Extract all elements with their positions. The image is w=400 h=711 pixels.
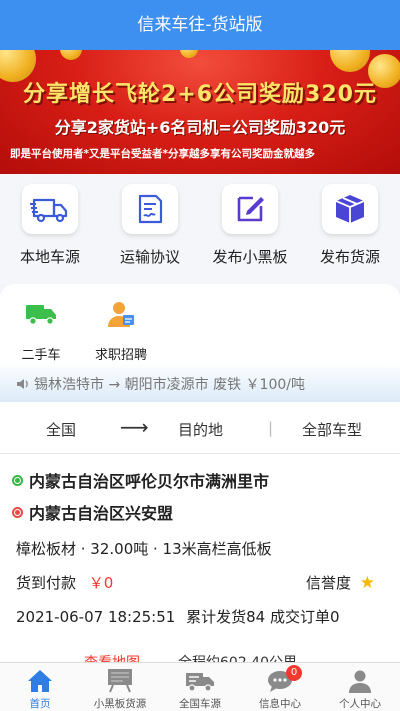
listing-meta: 2021-06-07 18:25:51 累计发货84 成交订单0 [16,606,340,627]
announcement-ticker[interactable]: 锡林浩特市 → 朝阳市凌源市 废铁 ￥100/吨 [16,374,305,395]
service-label: 二手车 [21,348,61,363]
origin-address: 内蒙古自治区呼伦贝尔市满洲里市 [12,468,269,492]
app-title: 信来车往-货站版 [0,0,400,50]
destination-dot-icon [12,506,23,518]
quick-actions: 本地车源 运输协议 发布小黑板 发布货源 [0,174,400,284]
recruit-icon [108,302,134,327]
banner-headline: 分享增长飞轮2+6公司奖励320元 [23,82,377,107]
contract-icon [138,194,163,224]
quick-action-label: 本地车源 [19,248,80,266]
quick-action-post-cargo[interactable]: 发布货源 [300,184,400,267]
arrow-right-icon: ⟶ [120,415,149,439]
quick-action-local-trucks[interactable]: 本地车源 [0,184,100,267]
destination-text: 内蒙古自治区兴安盟 [29,504,174,523]
destination-address: 内蒙古自治区兴安盟 [12,500,173,524]
payment-label: 货到付款 [16,574,77,592]
national-truck-icon [186,673,214,692]
post-datetime: 2021-06-07 18:25:51 [16,608,176,626]
credit-label: 信誉度 [306,574,352,592]
blackboard-icon [108,669,132,693]
banner-footnote: 即是平台使用者*又是平台受益者*分享越多享有公司奖励金就越多 [10,148,315,160]
banner-subline: 分享2家货站+6名司机=公司奖励320元 [54,118,346,137]
vehicle-type-filter[interactable]: 全部车型 [302,419,362,440]
tab-label: 信息中心 [259,698,301,710]
coin-decoration [60,50,82,60]
edit-icon [237,196,264,222]
bottom-tab-bar: 首页 小黑板货源 全国车源 0 信息中心 个人中心 [0,662,400,711]
cargo-listing[interactable]: 内蒙古自治区呼伦贝尔市满洲里市 内蒙古自治区兴安盟 樟松板材 · 32.00吨 … [0,454,400,644]
filter-divider: | [268,419,274,437]
price: ￥0 [88,574,114,592]
service-recruitment[interactable]: 求职招聘 [86,298,156,363]
unread-badge: 0 [286,665,302,681]
quick-action-post-blackboard[interactable]: 发布小黑板 [200,184,300,267]
used-truck-icon [26,305,56,325]
view-map-link[interactable]: 查看地图 [84,652,140,662]
home-icon [28,670,52,692]
origin-dot-icon [12,474,23,486]
shipper-stats: 累计发货84 成交订单0 [186,608,340,626]
coin-decoration [180,50,198,58]
credit-rating: 信誉度 ★ [306,572,375,593]
listing-footer: 查看地图 全程约602.40公里 [0,644,400,662]
quick-action-transport-agreement[interactable]: 运输协议 [100,184,200,267]
destination-filter[interactable]: 目的地 [178,419,223,440]
payment-row: 货到付款 ￥0 [16,572,113,593]
origin-filter[interactable]: 全国 [46,419,76,440]
cargo-details: 樟松板材 · 32.00吨 · 13米高栏高低板 [16,540,272,558]
promo-banner[interactable]: 分享增长飞轮2+6公司奖励320元 分享2家货站+6名司机=公司奖励320元 即… [0,50,400,174]
distance-text: 全程约602.40公里 [178,652,297,662]
tab-blackboard[interactable]: 小黑板货源 [80,663,160,711]
tab-national-trucks[interactable]: 全国车源 [160,663,240,711]
quick-action-label: 发布货源 [319,248,380,266]
services-card: 二手车 求职招聘 锡林浩特市 → 朝阳市凌源市 废铁 ￥100/吨 [0,284,400,402]
tab-label: 小黑板货源 [93,698,147,710]
service-used-trucks[interactable]: 二手车 [6,298,76,363]
user-icon [349,670,371,693]
quick-action-label: 发布小黑板 [212,248,288,266]
tab-label: 个人中心 [339,698,381,710]
quick-action-label: 运输协议 [119,248,180,266]
tab-profile[interactable]: 个人中心 [320,663,400,711]
coin-decoration [330,50,370,72]
tab-message-center[interactable]: 0 信息中心 [240,663,320,711]
speaker-icon [16,377,30,395]
origin-text: 内蒙古自治区呼伦贝尔市满洲里市 [29,472,270,491]
tab-label: 首页 [29,698,51,710]
package-icon [335,195,365,223]
star-icon: ★ [359,573,376,593]
ticker-text: 锡林浩特市 → 朝阳市凌源市 废铁 ￥100/吨 [34,377,305,393]
filter-bar: 全国 ⟶ 目的地 | 全部车型 [0,402,400,454]
truck-icon [30,198,68,223]
tab-home[interactable]: 首页 [0,663,80,711]
service-label: 求职招聘 [94,348,147,363]
tab-label: 全国车源 [179,698,221,710]
